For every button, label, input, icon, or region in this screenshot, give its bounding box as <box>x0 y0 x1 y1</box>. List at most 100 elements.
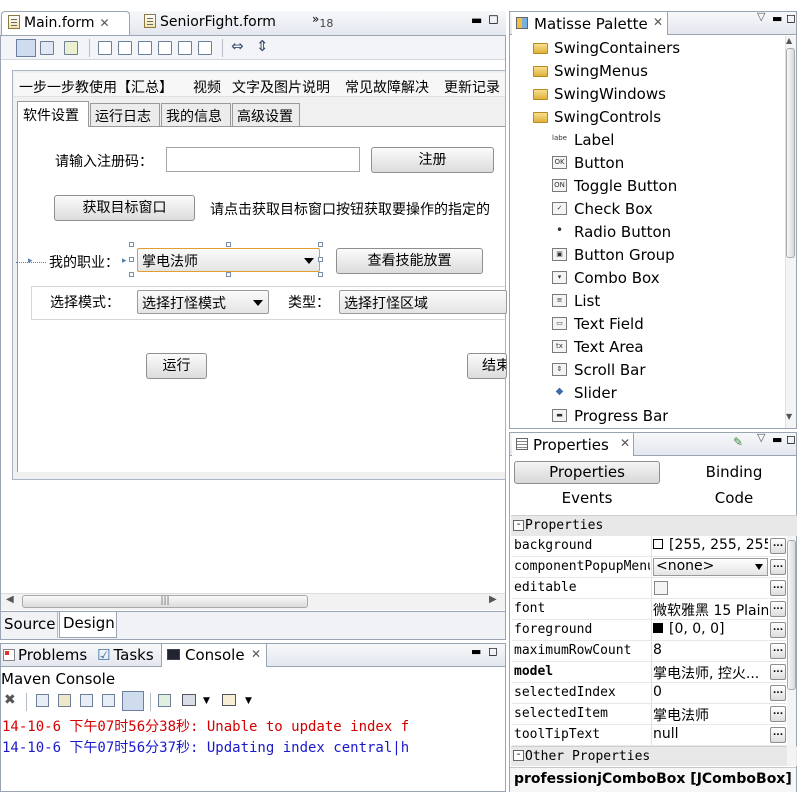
scrollbar-thumb[interactable]: ||| <box>22 595 308 608</box>
property-value-text[interactable]: 掌电法师 <box>653 705 768 725</box>
property-value-text[interactable]: 掌电法师, 控火... <box>653 663 768 683</box>
properties-scrollbar-thumb[interactable] <box>787 540 796 690</box>
property-editor-button[interactable]: ... <box>770 601 786 617</box>
property-editor-button[interactable]: ... <box>770 538 786 554</box>
property-editor-button[interactable]: ... <box>770 706 786 722</box>
remove-console-icon[interactable]: ✖ <box>4 692 16 708</box>
property-editor-button[interactable]: ... <box>770 580 786 596</box>
debug-output-icon[interactable] <box>36 694 49 707</box>
palette-item-scroll-bar[interactable]: ⇕ Scroll Bar <box>552 361 646 381</box>
property-value-text[interactable]: 0 <box>653 684 768 700</box>
collapse-icon[interactable]: - <box>513 520 524 531</box>
palette-item-text-area[interactable]: tx Text Area <box>552 338 644 358</box>
problems-tab[interactable]: Problems <box>3 646 87 664</box>
properties-scrollbar[interactable] <box>787 536 796 766</box>
connection-mode-icon[interactable] <box>40 41 54 55</box>
view-menu-icon[interactable]: ▽ <box>757 10 765 23</box>
property-value[interactable]: [255, 255, 255] <box>653 537 768 553</box>
mode-combo[interactable]: 选择打怪模式 <box>137 290 269 314</box>
property-value-text[interactable]: 微软雅黑 15 Plain <box>653 600 768 620</box>
property-value[interactable]: [0, 0, 0] <box>653 621 768 637</box>
form-tab-advanced[interactable]: 高级设置 <box>232 103 300 126</box>
chevron-down-icon[interactable]: ▼ <box>245 696 252 706</box>
editable-checkbox[interactable] <box>654 581 668 595</box>
type-combo[interactable]: 选择打怪区域 <box>339 290 507 314</box>
property-row-model[interactable]: model 掌电法师, 控火... ... <box>512 662 786 683</box>
align-top-icon[interactable] <box>158 41 172 55</box>
selection-mode-icon[interactable] <box>16 39 36 57</box>
properties-subtab-properties[interactable]: Properties <box>514 461 660 484</box>
property-value-text[interactable]: null <box>653 726 768 742</box>
minimize-icon[interactable]: ▬ <box>772 433 782 446</box>
maximize-icon[interactable]: ◻ <box>786 11 796 25</box>
editor-tab-seniorfight-form[interactable]: SeniorFight.form <box>138 11 298 35</box>
properties-tab[interactable]: Properties ✕ <box>512 433 634 456</box>
show-on-output-icon[interactable] <box>80 694 93 707</box>
property-editor-button[interactable]: ... <box>770 622 786 638</box>
properties-subtab-events[interactable]: Events <box>514 487 660 510</box>
selection-handle[interactable] <box>226 272 231 277</box>
scroll-lock-icon[interactable] <box>58 694 71 707</box>
registration-code-input[interactable] <box>166 147 360 172</box>
minimize-icon[interactable]: ▬ <box>471 645 481 658</box>
view-tab-design[interactable]: Design <box>59 612 117 638</box>
property-row-selecteditem[interactable]: selectedItem 掌电法师 ... <box>512 704 786 725</box>
selection-handle[interactable] <box>318 257 323 262</box>
menu-item-changelog[interactable]: 更新记录 <box>444 77 504 97</box>
open-console-icon[interactable] <box>222 694 236 706</box>
pin-icon[interactable]: ✎ <box>733 435 743 449</box>
property-editor-button[interactable]: ... <box>770 559 786 575</box>
profession-combo[interactable]: 掌电法师 <box>137 248 320 272</box>
clear-console-icon[interactable] <box>122 691 144 711</box>
close-icon[interactable]: ✕ <box>251 647 261 661</box>
display-console-icon[interactable] <box>182 694 196 706</box>
form-tab-run-log[interactable]: 运行日志 <box>90 103 160 126</box>
palette-scrollbar-thumb[interactable] <box>786 48 795 258</box>
scroll-up-icon[interactable]: ▲ <box>786 36 792 45</box>
scroll-left-icon[interactable]: ◀ <box>6 594 14 605</box>
property-value-text[interactable]: 8 <box>653 642 768 658</box>
scroll-right-icon[interactable]: ▶ <box>489 594 497 605</box>
palette-group-swingwindows[interactable]: SwingWindows <box>533 85 666 105</box>
console-tab[interactable]: Console ✕ <box>161 644 267 667</box>
align-right-icon[interactable] <box>118 41 132 55</box>
property-editor-button[interactable]: ... <box>770 685 786 701</box>
view-tab-source[interactable]: Source <box>1 612 58 638</box>
properties-subtab-binding[interactable]: Binding <box>664 461 797 484</box>
console-output[interactable]: 14-10-6 下午07时56分38秒: Unable to update in… <box>1 714 505 791</box>
align-center-icon[interactable] <box>138 41 152 55</box>
palette-tab[interactable]: Matisse Palette ✕ <box>512 12 668 35</box>
resize-horizontal-icon[interactable]: ⇔ <box>231 37 244 55</box>
menu-item-docs[interactable]: 文字及图片说明 <box>232 77 330 97</box>
register-button[interactable]: 注册 <box>371 147 494 173</box>
palette-item-toggle-button[interactable]: ON Toggle Button <box>552 177 677 197</box>
palette-item-label[interactable]: label Label <box>552 131 614 151</box>
palette-item-progress-bar[interactable]: ▬ Progress Bar <box>552 407 668 426</box>
align-left-icon[interactable] <box>98 41 112 55</box>
palette-group-swingmenus[interactable]: SwingMenus <box>533 62 648 82</box>
close-icon[interactable]: ✕ <box>620 436 630 450</box>
view-menu-icon[interactable]: ▽ <box>757 431 765 444</box>
maximize-icon[interactable]: ◻ <box>488 12 499 27</box>
selection-handle[interactable] <box>129 242 134 247</box>
palette-item-slider[interactable]: ◆ Slider <box>552 384 617 404</box>
close-icon[interactable]: ✕ <box>100 16 110 30</box>
property-row-background[interactable]: background [255, 255, 255] ... <box>512 536 786 557</box>
property-row-selectedindex[interactable]: selectedIndex 0 ... <box>512 683 786 704</box>
selection-handle[interactable] <box>226 242 231 247</box>
get-target-window-button[interactable]: 获取目标窗口 <box>54 195 195 221</box>
scroll-down-icon[interactable]: ▼ <box>786 412 792 421</box>
maximize-icon[interactable]: ◻ <box>488 644 498 658</box>
property-editor-button[interactable]: ... <box>770 727 786 743</box>
close-icon[interactable]: ✕ <box>653 15 663 29</box>
preview-icon[interactable] <box>64 41 78 55</box>
maximize-icon[interactable]: ◻ <box>786 432 796 446</box>
minimize-icon[interactable]: ▬ <box>772 12 782 25</box>
property-row-editable[interactable]: editable ... <box>512 578 786 599</box>
pin-console-icon[interactable] <box>158 694 171 707</box>
form-tab-my-info[interactable]: 我的信息 <box>161 103 231 126</box>
palette-group-swingcontainers[interactable]: SwingContainers <box>533 39 680 59</box>
menu-item-video[interactable]: 视频 <box>193 77 221 97</box>
properties-subtab-code[interactable]: Code <box>664 487 797 510</box>
align-middle-icon[interactable] <box>198 41 212 55</box>
